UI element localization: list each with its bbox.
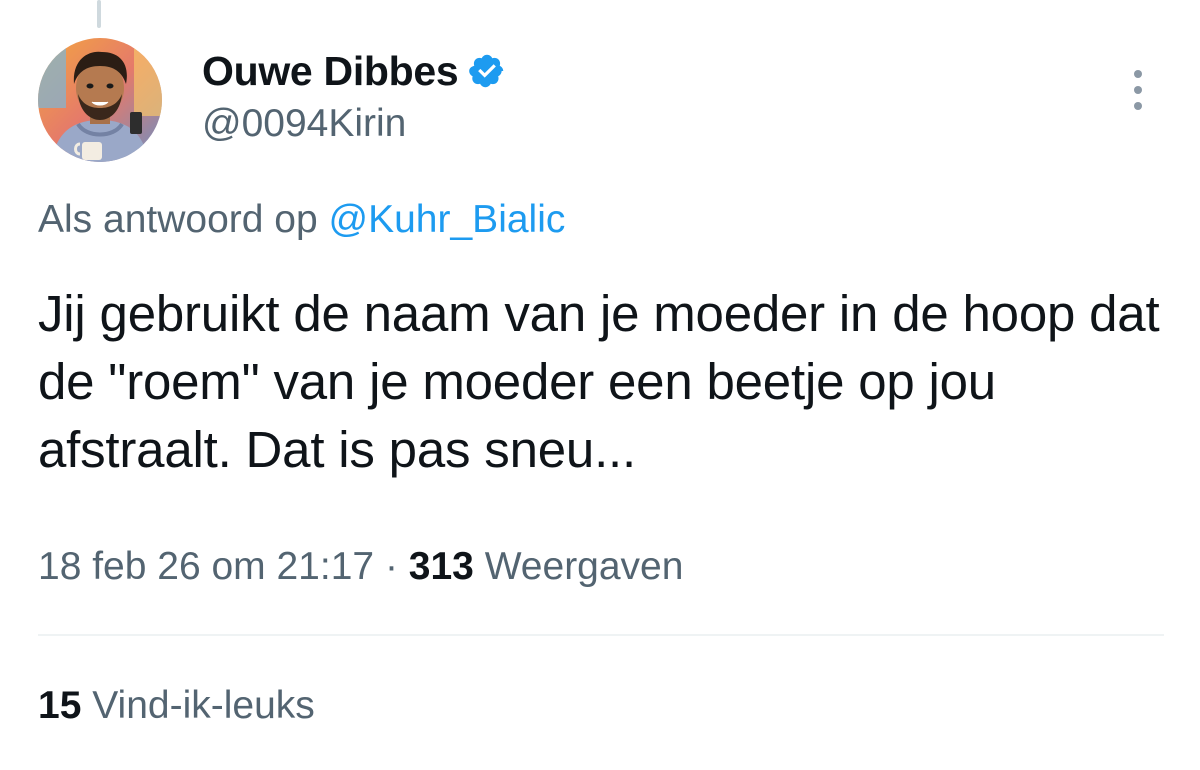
- thread-connector-line: [97, 0, 101, 28]
- more-vertical-icon-dot-3: [1134, 102, 1142, 110]
- tweet-meta: 18 feb 26 om 21:17 · 313 Weergaven: [38, 545, 683, 589]
- views-count: 313: [408, 545, 474, 588]
- likes-stat[interactable]: 15 Vind-ik-leuks: [38, 684, 315, 728]
- likes-label: Vind-ik-leuks: [92, 684, 315, 727]
- likes-count: 15: [38, 684, 82, 727]
- more-options-button[interactable]: [1118, 62, 1158, 118]
- profile-photo: [38, 38, 162, 162]
- tweet-text: Jij gebruikt de naam van je moeder in de…: [38, 285, 1160, 478]
- meta-separator: ·: [384, 545, 398, 588]
- avatar[interactable]: [38, 38, 162, 162]
- views-label: Weergaven: [484, 545, 684, 588]
- verified-badge-icon: [468, 52, 506, 90]
- more-vertical-icon-dot-2: [1134, 86, 1142, 94]
- divider: [38, 634, 1164, 636]
- display-name[interactable]: Ouwe Dibbes: [202, 48, 459, 95]
- reply-context: Als antwoord op @Kuhr_Bialic: [38, 198, 565, 242]
- more-vertical-icon: [1134, 70, 1142, 78]
- reply-prefix: Als antwoord op: [38, 198, 318, 241]
- timestamp[interactable]: 18 feb 26 om 21:17: [38, 545, 374, 588]
- author-handle[interactable]: @0094Kirin: [202, 102, 406, 146]
- author-name-row: Ouwe Dibbes: [202, 44, 506, 98]
- reply-mention-link[interactable]: @Kuhr_Bialic: [329, 198, 566, 241]
